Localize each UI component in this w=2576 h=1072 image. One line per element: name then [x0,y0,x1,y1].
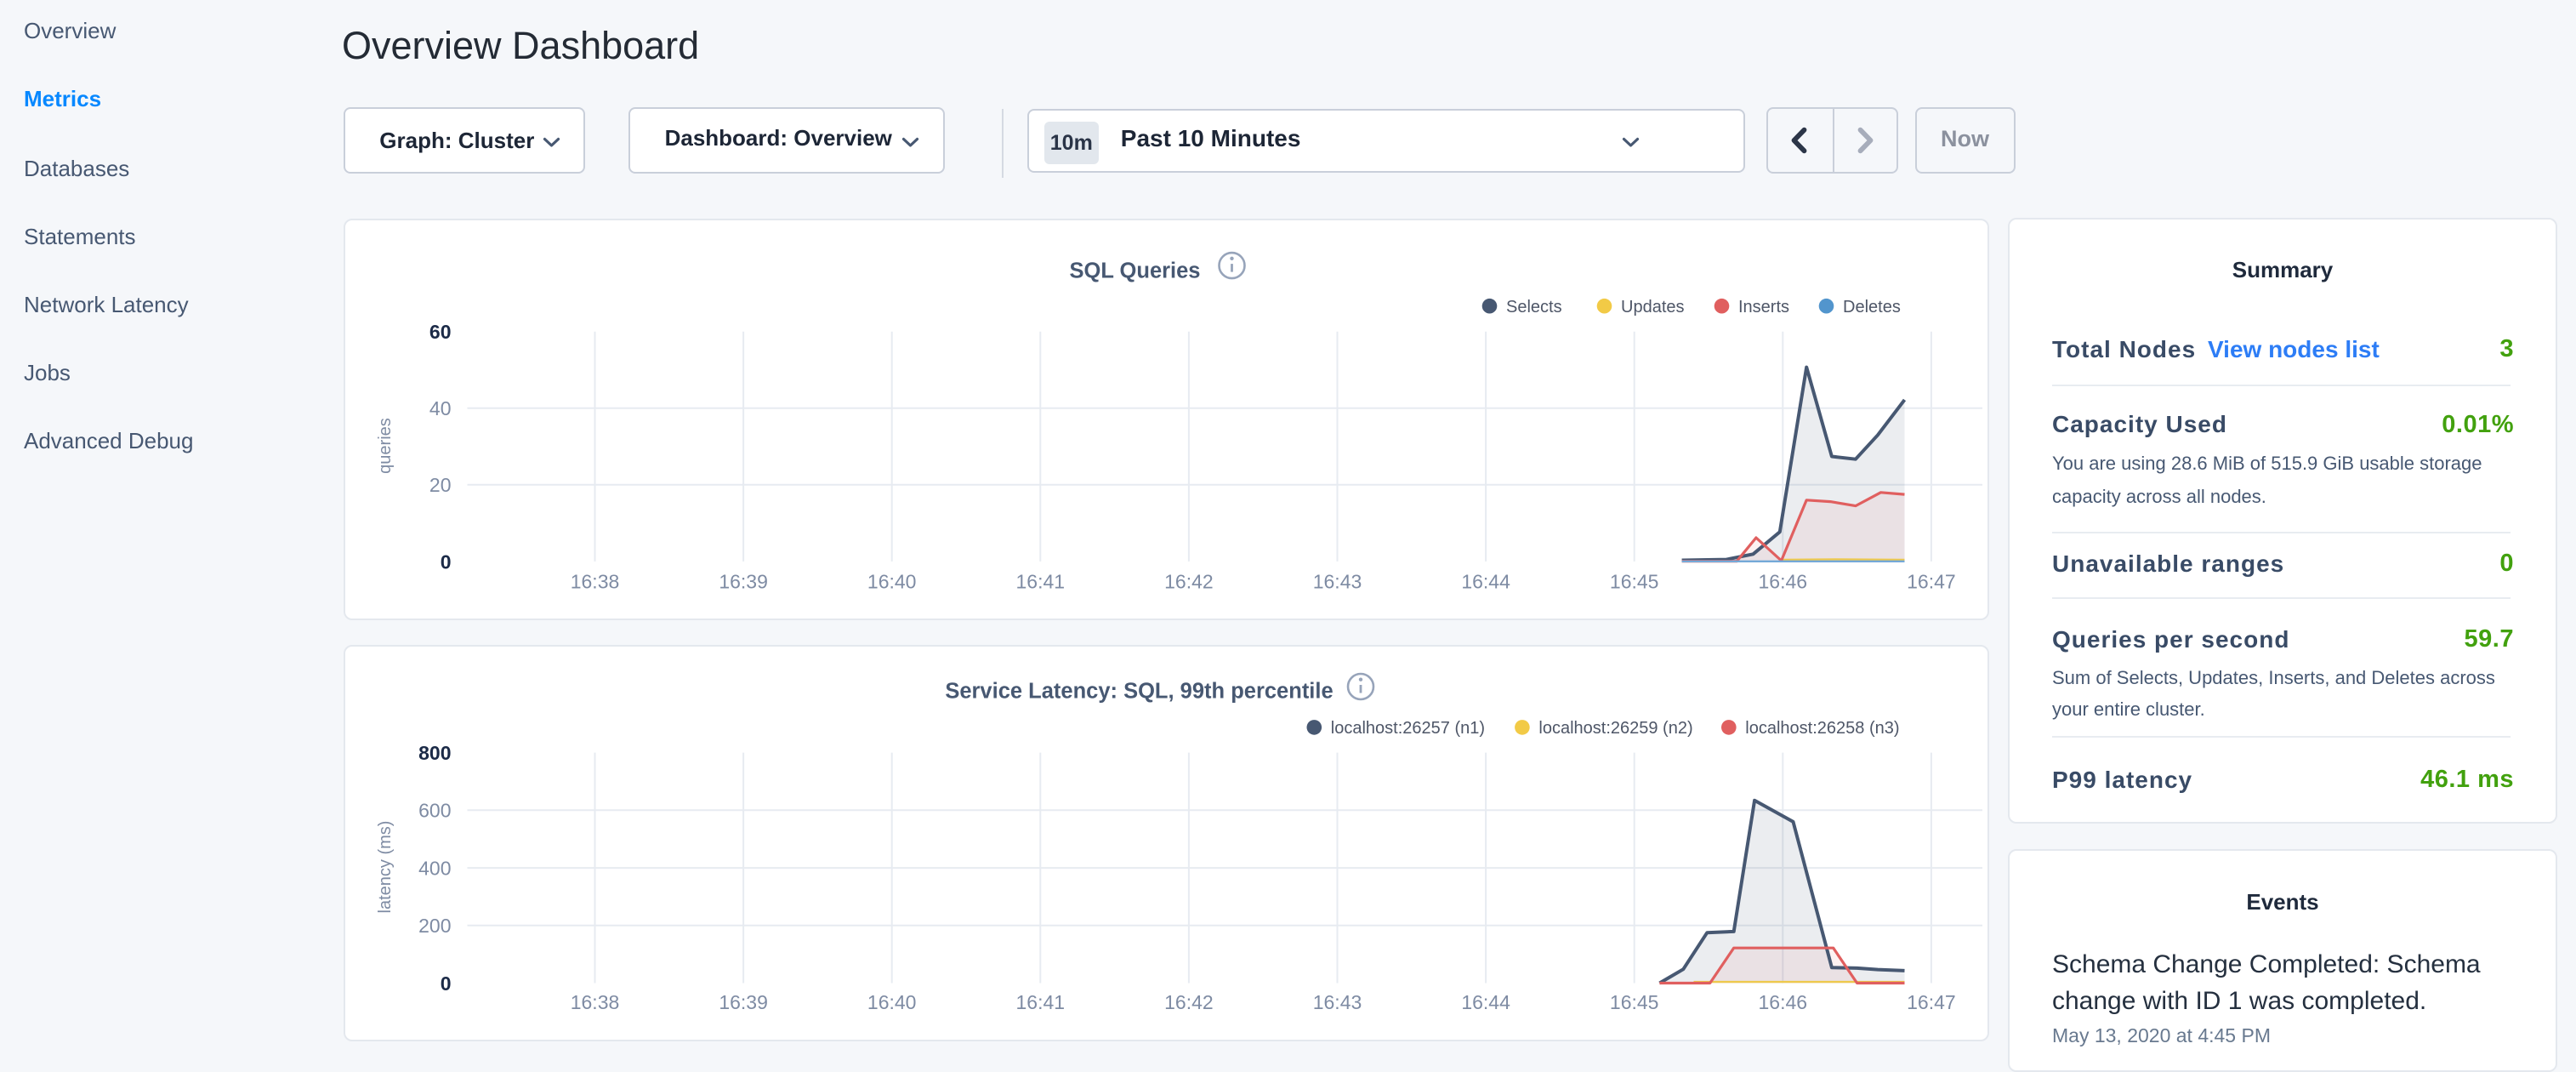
svg-text:SQL Queries: SQL Queries [1069,259,1200,283]
svg-text:Service Latency: SQL, 99th per: Service Latency: SQL, 99th percentile [945,679,1333,703]
svg-text:latency (ms): latency (ms) [376,820,395,913]
svg-text:16:42: 16:42 [1164,571,1214,593]
svg-text:16:40: 16:40 [867,571,916,593]
svg-text:localhost:26257 (n1): localhost:26257 (n1) [1330,719,1484,738]
svg-text:16:38: 16:38 [570,991,619,1013]
svg-text:Updates: Updates [1621,298,1685,316]
svg-text:16:40: 16:40 [867,991,916,1013]
svg-text:16:38: 16:38 [570,571,619,593]
svg-text:16:45: 16:45 [1609,571,1658,593]
svg-text:localhost:26258 (n3): localhost:26258 (n3) [1745,719,1899,738]
svg-text:16:46: 16:46 [1758,991,1807,1013]
svg-text:0: 0 [440,551,451,573]
svg-text:16:46: 16:46 [1758,571,1807,593]
svg-text:16:41: 16:41 [1015,571,1065,593]
svg-text:16:44: 16:44 [1461,571,1510,593]
svg-text:0: 0 [440,972,451,995]
svg-text:Deletes: Deletes [1843,298,1901,316]
svg-text:16:47: 16:47 [1907,991,1956,1013]
svg-text:40: 40 [429,397,451,419]
svg-text:16:45: 16:45 [1609,991,1658,1013]
svg-text:16:42: 16:42 [1164,991,1214,1013]
svg-text:Selects: Selects [1506,298,1562,316]
svg-text:16:39: 16:39 [719,571,768,593]
svg-text:20: 20 [429,474,451,496]
svg-text:16:43: 16:43 [1312,991,1362,1013]
svg-text:60: 60 [429,321,451,343]
svg-text:Inserts: Inserts [1738,298,1789,316]
svg-text:16:43: 16:43 [1312,571,1362,593]
svg-text:16:39: 16:39 [719,991,768,1013]
svg-text:400: 400 [418,857,451,879]
svg-text:queries: queries [376,418,395,474]
svg-text:16:47: 16:47 [1907,571,1956,593]
svg-text:16:41: 16:41 [1015,991,1065,1013]
svg-text:800: 800 [418,742,451,764]
svg-text:200: 200 [418,915,451,937]
svg-text:16:44: 16:44 [1461,991,1510,1013]
svg-text:600: 600 [418,799,451,821]
svg-text:localhost:26259 (n2): localhost:26259 (n2) [1538,719,1692,738]
